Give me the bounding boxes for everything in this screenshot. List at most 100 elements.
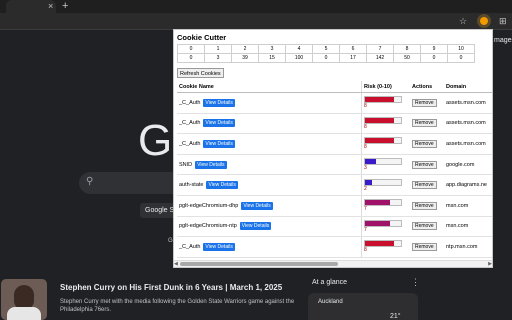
risk-score: 3 bbox=[364, 165, 367, 172]
risk-bucket-6: 6 bbox=[339, 44, 367, 54]
risk-bucket-4: 4 bbox=[285, 44, 313, 54]
scroll-left-icon[interactable]: ◀ bbox=[174, 261, 178, 267]
cookie-row: SNID View Details 3 Remove google.com bbox=[177, 154, 492, 176]
cookie-row: _C_Auth View Details 8 Remove assets.msn.com bbox=[177, 113, 492, 135]
risk-count-0: 0 bbox=[177, 53, 205, 63]
view-details-button[interactable]: View Details bbox=[241, 201, 273, 210]
person-image bbox=[14, 285, 34, 309]
remove-button[interactable]: Remove bbox=[412, 160, 437, 169]
view-details-button[interactable]: View Details bbox=[203, 139, 235, 148]
risk-bar-fill bbox=[365, 179, 373, 185]
risk-bucket-9: 9 bbox=[420, 44, 448, 54]
risk-bucket-5: 5 bbox=[312, 44, 340, 54]
images-link[interactable]: mages bbox=[494, 37, 512, 44]
risk-score: 7 bbox=[364, 206, 367, 213]
popup-title: Cookie Cutter bbox=[177, 33, 227, 42]
risk-bucket-2: 2 bbox=[231, 44, 259, 54]
risk-score: 8 bbox=[364, 144, 367, 151]
tab-close-icon[interactable]: × bbox=[48, 0, 53, 13]
view-details-button[interactable]: View Details bbox=[203, 98, 235, 107]
risk-bar-fill bbox=[365, 220, 391, 226]
cookie-domain: assets.msn.com bbox=[446, 99, 486, 106]
weather-temperature: 21° bbox=[390, 313, 401, 320]
risk-count-10: 0 bbox=[447, 53, 475, 63]
risk-bar bbox=[364, 96, 402, 104]
puzzle-extensions-icon[interactable]: ⊞ bbox=[499, 14, 507, 28]
risk-bar bbox=[364, 219, 402, 227]
google-logo: G bbox=[138, 116, 173, 165]
cookie-domain: ntp.msn.com bbox=[446, 243, 478, 250]
remove-button[interactable]: Remove bbox=[412, 242, 437, 251]
risk-count-1: 3 bbox=[204, 53, 232, 63]
header-cookie-name: Cookie Name bbox=[177, 81, 362, 93]
view-details-button[interactable]: View Details bbox=[239, 222, 272, 231]
cookie-row: auth-state View Details 2 Remove app.diagram… bbox=[177, 174, 492, 196]
more-options-icon[interactable]: ⋮ bbox=[411, 277, 420, 288]
risk-bucket-10: 10 bbox=[447, 44, 475, 54]
risk-count-2: 39 bbox=[231, 53, 259, 63]
view-details-button[interactable]: View Details bbox=[195, 160, 227, 169]
risk-score: 8 bbox=[364, 247, 367, 254]
view-details-button[interactable]: View Details bbox=[206, 181, 238, 190]
risk-bar bbox=[364, 137, 402, 145]
view-details-button[interactable]: View Details bbox=[203, 242, 235, 251]
risk-score: 8 bbox=[364, 123, 367, 130]
bookmark-star-icon[interactable]: ☆ bbox=[459, 14, 467, 28]
cookie-name: auth-state bbox=[179, 182, 204, 189]
cookie-cutter-extension-icon[interactable] bbox=[477, 14, 491, 28]
cookie-name: _C_Auth bbox=[179, 99, 201, 106]
risk-bar-fill bbox=[365, 241, 394, 247]
cookie-domain: assets.msn.com bbox=[446, 120, 486, 127]
risk-bucket-3: 3 bbox=[258, 44, 286, 54]
cookie-row: pglt-edgeChromium-dhp View Details 7 Remove… bbox=[177, 195, 492, 217]
news-thumbnail[interactable] bbox=[1, 279, 47, 320]
risk-distribution-table: 0 1 2 3 4 5 6 7 8 9 10 0 3 39 15 100 0 17 142 50 0 0 bbox=[177, 44, 475, 63]
cookie-row: _C_Auth View Details 8 Remove assets.msn.com bbox=[177, 92, 492, 114]
risk-count-3: 15 bbox=[258, 53, 286, 63]
risk-score: 2 bbox=[364, 185, 367, 192]
tab-strip: × + bbox=[0, 0, 512, 13]
risk-score: 7 bbox=[364, 226, 367, 233]
scrollbar-thumb[interactable] bbox=[180, 262, 338, 266]
risk-bucket-7: 7 bbox=[366, 44, 394, 54]
active-tab[interactable]: × bbox=[6, 0, 56, 13]
risk-bar bbox=[364, 240, 402, 248]
browser-toolbar: ☆ ⊞ bbox=[0, 13, 512, 30]
horizontal-scrollbar[interactable]: ◀ ▶ bbox=[174, 260, 492, 267]
header-risk: Risk (0-10) bbox=[361, 81, 410, 93]
cookie-name: _C_Auth bbox=[179, 120, 201, 127]
remove-button[interactable]: Remove bbox=[412, 181, 437, 190]
risk-count-5: 0 bbox=[312, 53, 340, 63]
remove-button[interactable]: Remove bbox=[412, 222, 437, 231]
cookie-name: SNID bbox=[179, 161, 193, 168]
refresh-cookies-button[interactable]: Refresh Cookies bbox=[177, 68, 224, 78]
cookie-domain: assets.msn.com bbox=[446, 140, 486, 147]
weather-card[interactable] bbox=[308, 293, 418, 320]
cookie-name: _C_Auth bbox=[179, 243, 201, 250]
risk-bar bbox=[364, 199, 402, 207]
risk-bar-fill bbox=[365, 200, 391, 206]
remove-button[interactable]: Remove bbox=[412, 119, 437, 128]
risk-count-6: 17 bbox=[339, 53, 367, 63]
cookie-domain: google.com bbox=[446, 161, 475, 168]
remove-button[interactable]: Remove bbox=[412, 139, 437, 148]
risk-bar bbox=[364, 116, 402, 124]
risk-bar-fill bbox=[365, 138, 394, 144]
header-domain: Domain bbox=[444, 81, 492, 93]
view-details-button[interactable]: View Details bbox=[203, 119, 235, 128]
remove-button[interactable]: Remove bbox=[412, 201, 437, 210]
risk-bar-fill bbox=[365, 97, 394, 103]
risk-count-4: 100 bbox=[285, 53, 313, 63]
at-a-glance-title: At a glance bbox=[312, 279, 348, 286]
risk-count-8: 50 bbox=[393, 53, 421, 63]
remove-button[interactable]: Remove bbox=[412, 98, 437, 107]
cookie-cutter-popup: Cookie Cutter 0 1 2 3 4 5 6 7 8 9 10 0 3 39 15 100 0 17 1… bbox=[173, 29, 493, 268]
new-tab-button[interactable]: + bbox=[62, 0, 68, 13]
cookie-domain: app.diagrams.ne bbox=[446, 182, 487, 189]
news-headline[interactable]: Stephen Curry on His First Dunk in 6 Yea… bbox=[60, 283, 282, 292]
scroll-right-icon[interactable]: ▶ bbox=[488, 261, 492, 267]
risk-bar-fill bbox=[365, 117, 394, 123]
cookie-domain: msn.com bbox=[446, 223, 469, 230]
cookie-row: pglt-edgeChromium-ntp View Details 7 Remove… bbox=[177, 216, 492, 238]
risk-bar bbox=[364, 178, 402, 186]
